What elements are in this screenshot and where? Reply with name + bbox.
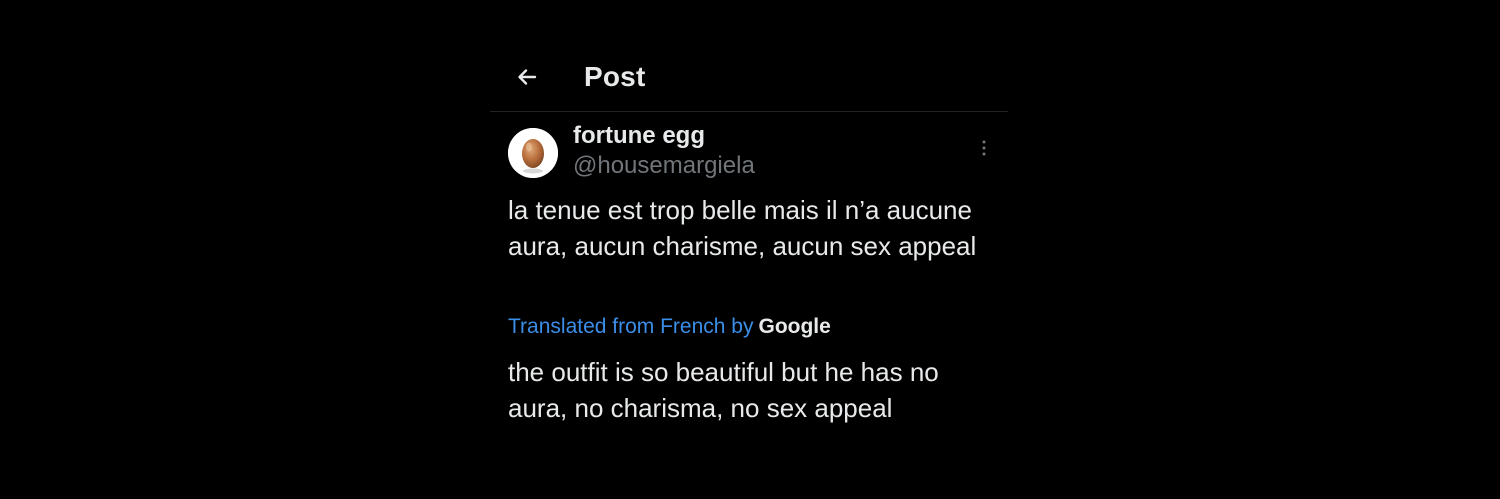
avatar[interactable] xyxy=(508,128,558,178)
google-logo: Google xyxy=(758,315,831,338)
post-translated-text: the outfit is so beautiful but he has no… xyxy=(508,357,939,423)
more-vertical-icon xyxy=(982,140,986,156)
translation-attribution: Translated from French by Google xyxy=(508,312,831,342)
author-display-name[interactable]: fortune egg xyxy=(573,122,705,150)
back-button[interactable] xyxy=(512,62,542,92)
translated-from-link[interactable]: Translated from French by xyxy=(508,315,753,338)
post-header: Post xyxy=(490,48,1008,112)
post-original-text: la tenue est trop belle mais il n’a aucu… xyxy=(508,195,977,261)
page-title: Post xyxy=(584,61,646,92)
author-handle[interactable]: @housemargiela xyxy=(573,152,755,180)
arrow-left-icon xyxy=(518,69,537,85)
post-detail-panel: Post fortune egg @housemargiela la tenue xyxy=(490,48,1008,448)
more-options-button[interactable] xyxy=(974,136,994,160)
egg-avatar-icon xyxy=(508,128,558,178)
